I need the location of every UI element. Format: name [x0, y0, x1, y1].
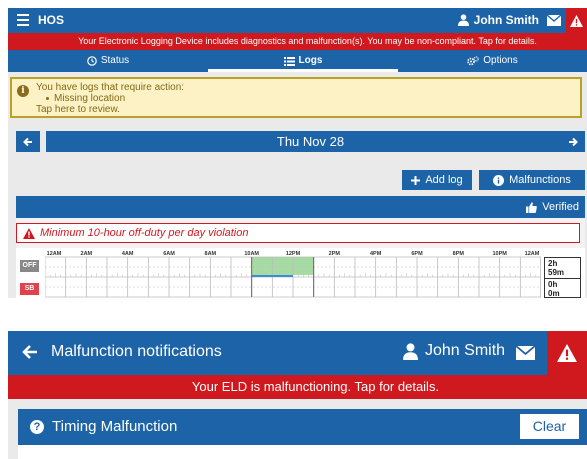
user-icon [403, 342, 418, 360]
arrow-left-icon [23, 137, 32, 146]
user-name: John Smith [473, 13, 539, 27]
eld-diagnostics-banner[interactable]: Your Electronic Logging Device includes … [8, 33, 587, 50]
info-icon: i [17, 85, 29, 97]
daily-log-card: Verified Minimum 10-hour off-duty per da… [16, 196, 585, 298]
app-title: HOS [38, 13, 65, 27]
timing-malfunction-card[interactable]: ? Timing Malfunction Clear [18, 409, 587, 445]
menu-icon[interactable] [17, 14, 29, 26]
hos-logs-screen: HOS John Smith Your Electronic Logging D… [8, 8, 587, 298]
list-icon [283, 56, 295, 66]
total-sb-minutes: 0m [548, 289, 560, 298]
off-duty-segment [251, 257, 314, 275]
arrow-right-icon [569, 137, 578, 146]
total-sb-hours: 0h [548, 280, 558, 289]
time-label: 4AM [122, 251, 134, 257]
malfunction-page-title: Malfunction notifications [51, 343, 222, 360]
time-label: 2PM [329, 251, 341, 257]
question-icon: ? [30, 420, 44, 434]
mail-icon[interactable] [547, 15, 561, 26]
duty-status-graph[interactable]: OFF SB 12AM 2AM 4AM 6AM 8AM 10AM 12PM 2PM 4PM 6PM… [16, 248, 585, 298]
next-day-button[interactable] [561, 131, 585, 152]
malfunction-user-menu[interactable]: John Smith [403, 342, 505, 360]
alert-button[interactable] [566, 8, 587, 33]
violation-text: Minimum 10-hour off-duty per day violati… [40, 227, 249, 239]
active-tab-indicator [208, 69, 398, 72]
previous-day-button[interactable] [16, 131, 40, 152]
log-card-header: Verified [16, 196, 585, 218]
add-log-button[interactable]: Add log [402, 170, 472, 190]
top-app-bar: HOS John Smith [8, 8, 587, 33]
verified-status: Verified [526, 201, 579, 213]
warning-icon [570, 14, 583, 27]
info-circle-icon [493, 174, 505, 186]
logs-require-action-notice[interactable]: i You have logs that require action: Mis… [10, 77, 582, 118]
row-label-sb: SB [20, 283, 39, 295]
time-label: 10PM [492, 251, 507, 257]
tab-status-label: Status [100, 55, 130, 66]
time-label: 8AM [205, 251, 217, 257]
time-label: 12PM [286, 251, 301, 257]
notice-item: Missing location [46, 93, 125, 104]
malfunction-notifications-screen: Malfunction notifications John Smith You… [8, 331, 587, 459]
malfunction-card-body [18, 445, 587, 459]
back-arrow-icon[interactable] [22, 344, 38, 360]
current-date: Thu Nov 28 [46, 131, 575, 152]
time-label: 12AM [47, 251, 62, 257]
tab-bar: Status Logs Options [8, 50, 587, 72]
thumbs-up-icon [526, 201, 538, 213]
total-off-hours: 2h [548, 259, 558, 268]
warning-icon [557, 344, 577, 362]
malfunction-alert-button[interactable] [547, 331, 587, 375]
clock-icon [87, 56, 97, 66]
user-icon [457, 14, 469, 26]
mail-icon[interactable] [516, 346, 535, 360]
tab-options[interactable]: Options [398, 50, 587, 72]
add-log-label: Add log [425, 174, 463, 186]
malfunctions-button[interactable]: Malfunctions [479, 170, 585, 190]
malfunction-top-bar: Malfunction notifications John Smith [8, 331, 587, 375]
eld-malfunction-banner[interactable]: Your ELD is malfunctioning. Tap for deta… [8, 375, 587, 399]
tab-status[interactable]: Status [8, 50, 208, 72]
total-off-minutes: 59m [548, 268, 565, 277]
violation-alert[interactable]: Minimum 10-hour off-duty per day violati… [16, 223, 580, 243]
time-label: 8PM [453, 251, 465, 257]
totals-divider [545, 278, 580, 279]
user-menu[interactable]: John Smith [457, 13, 539, 27]
row-label-off: OFF [20, 260, 39, 272]
tab-options-label: Options [483, 55, 518, 66]
clear-button[interactable]: Clear [520, 414, 579, 439]
gears-icon [467, 56, 480, 66]
time-label: 12AM [525, 251, 540, 257]
notice-heading: You have logs that require action: [36, 82, 185, 93]
time-label: 2AM [81, 251, 93, 257]
time-label: 6AM [163, 251, 175, 257]
malfunction-card-title: Timing Malfunction [52, 418, 178, 435]
notice-cta[interactable]: Tap here to review. [36, 104, 120, 115]
time-label: 6PM [411, 251, 423, 257]
verified-label: Verified [542, 201, 579, 213]
notice-item-text: Missing location [54, 93, 126, 104]
malfunction-user-name: John Smith [425, 342, 506, 359]
duty-timeline: 12AM 2AM 4AM 6AM 8AM 10AM 12PM 2PM 4PM 6PM 8PM 10PM… [45, 251, 541, 298]
bullet-icon [46, 97, 49, 100]
time-label: 4PM [370, 251, 382, 257]
plus-icon [411, 175, 421, 185]
time-label: 10AM [244, 251, 259, 257]
duty-totals: 2h 59m 0h 0m [544, 257, 581, 298]
malfunctions-label: Malfunctions [509, 174, 571, 186]
warning-icon [23, 227, 35, 239]
